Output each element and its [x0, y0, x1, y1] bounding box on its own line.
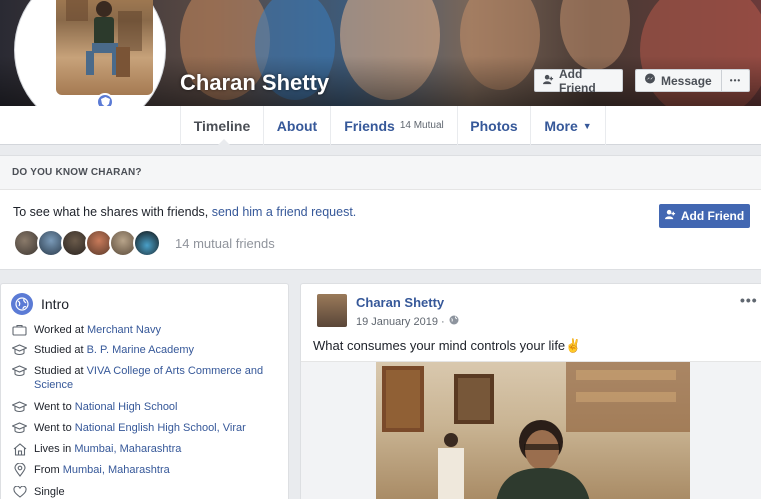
caret-down-icon: ▼ — [582, 120, 592, 131]
tab-photos[interactable]: Photos — [457, 106, 530, 145]
public-globe-icon — [449, 315, 459, 328]
mutual-friends-count[interactable]: 14 mutual friends — [175, 236, 275, 251]
mutual-friend-avatar[interactable] — [133, 229, 161, 257]
intro-item-from: From Mumbai, Maharashtra — [11, 463, 271, 477]
mutual-count-badge: 14 Mutual — [399, 120, 444, 131]
more-options-button[interactable]: ••• — [721, 69, 750, 92]
intro-item-education: Studied at B. P. Marine Academy — [11, 343, 271, 357]
profile-photo — [56, 0, 153, 95]
add-person-icon — [543, 74, 554, 88]
briefcase-icon — [11, 323, 28, 337]
post-timestamp[interactable]: 19 January 2019 · — [356, 315, 459, 328]
message-button[interactable]: Message — [635, 69, 722, 92]
post-author-avatar[interactable] — [317, 294, 347, 327]
send-friend-request-link[interactable]: send him a friend request. — [212, 205, 357, 219]
do-you-know-heading: DO YOU KNOW CHARAN? — [0, 156, 761, 190]
mutual-friends-row[interactable]: 14 mutual friends — [13, 229, 275, 257]
post-text: What consumes your mind controls your li… — [313, 338, 582, 353]
location-pin-icon — [11, 463, 28, 477]
post-author-name[interactable]: Charan Shetty — [356, 295, 444, 310]
add-person-icon — [664, 209, 676, 223]
messenger-icon — [644, 73, 656, 88]
post-options-button[interactable]: ••• — [740, 292, 758, 308]
intro-item-school: Went to National English High School, Vi… — [11, 421, 271, 435]
timeline-post: Charan Shetty 19 January 2019 · ••• What… — [300, 283, 761, 499]
home-icon — [11, 442, 28, 456]
more-dots-icon: ••• — [729, 76, 742, 85]
intro-item-lives-in: Lives in Mumbai, Maharashtra — [11, 442, 271, 456]
graduation-cap-icon — [11, 364, 28, 378]
heart-icon — [11, 485, 28, 499]
message-label: Message — [661, 73, 712, 88]
friend-request-prompt: To see what he shares with friends, send… — [13, 205, 357, 219]
intro-heading: Intro — [11, 293, 69, 315]
intro-item-work: Worked at Merchant Navy — [11, 323, 271, 337]
intro-item-school: Went to National High School — [11, 400, 271, 414]
profile-tab-bar: Timeline About Friends 14 Mutual Photos … — [0, 106, 761, 146]
do-you-know-panel: DO YOU KNOW CHARAN? To see what he share… — [0, 155, 761, 270]
intro-item-relationship: Single — [11, 485, 271, 499]
add-friend-button[interactable]: Add Friend — [534, 66, 623, 95]
tab-about[interactable]: About — [263, 106, 330, 145]
add-friend-label: Add Friend — [559, 66, 596, 95]
intro-item-education: Studied at VIVA College of Arts Commerce… — [11, 364, 271, 392]
post-photo[interactable] — [301, 361, 761, 499]
graduation-cap-icon — [11, 343, 28, 357]
post-image — [376, 362, 690, 499]
tab-more[interactable]: More ▼ — [530, 106, 606, 145]
profile-name[interactable]: Charan Shetty — [180, 70, 329, 96]
tab-timeline[interactable]: Timeline — [180, 106, 263, 146]
graduation-cap-icon — [11, 400, 28, 414]
intro-card: Intro Worked at Merchant Navy Studied at… — [0, 283, 289, 499]
graduation-cap-icon — [11, 421, 28, 435]
tab-friends[interactable]: Friends 14 Mutual — [330, 106, 457, 145]
add-friend-primary-button[interactable]: Add Friend — [659, 204, 750, 228]
globe-icon — [11, 293, 33, 315]
